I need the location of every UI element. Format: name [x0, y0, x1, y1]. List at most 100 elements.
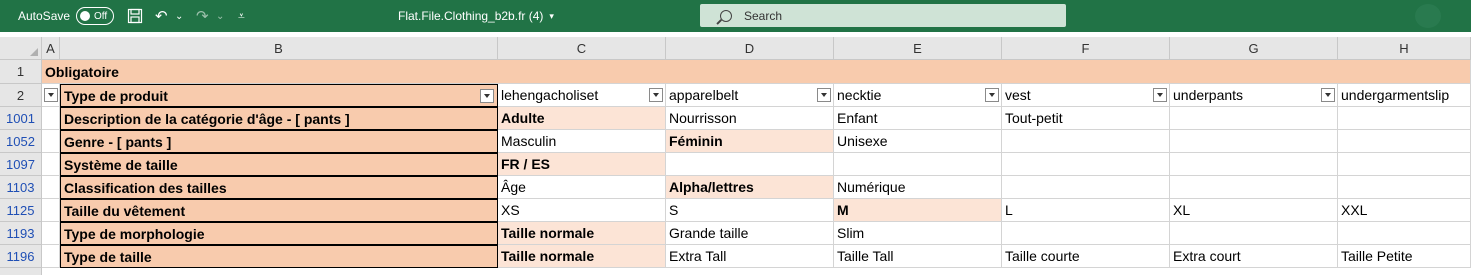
- cell-a1097[interactable]: [42, 153, 60, 176]
- cell-e1103[interactable]: Numérique: [834, 176, 1002, 199]
- cell-a1001[interactable]: [42, 107, 60, 130]
- column-header-a[interactable]: A: [42, 37, 60, 60]
- cell-f1125[interactable]: L: [1002, 199, 1170, 222]
- cell-g1103[interactable]: [1170, 176, 1338, 199]
- cell-b1125[interactable]: Taille du vêtement: [60, 199, 498, 222]
- cell-f1193[interactable]: [1002, 222, 1170, 245]
- cell-d2[interactable]: apparelbelt: [666, 84, 834, 107]
- cell-c1103[interactable]: Âge: [498, 176, 666, 199]
- cell-e2[interactable]: necktie: [834, 84, 1002, 107]
- cell-d1001[interactable]: Nourrisson: [666, 107, 834, 130]
- cell-g2[interactable]: underpants: [1170, 84, 1338, 107]
- cell-d1052[interactable]: Féminin: [666, 130, 834, 153]
- redo-icon[interactable]: ↷: [196, 0, 209, 32]
- cell-h2[interactable]: undergarmentslip: [1338, 84, 1471, 107]
- cell-e1097[interactable]: [834, 153, 1002, 176]
- filter-dropdown-icon[interactable]: [817, 88, 831, 102]
- cell-h1196[interactable]: Taille Petite: [1338, 245, 1471, 268]
- row-header-1103[interactable]: 1103: [0, 176, 42, 199]
- cell-g1097[interactable]: [1170, 153, 1338, 176]
- undo-icon[interactable]: ↶: [155, 0, 168, 32]
- cell-h1193[interactable]: [1338, 222, 1471, 245]
- cell-h1001[interactable]: [1338, 107, 1471, 130]
- cell-e1196[interactable]: Taille Tall: [834, 245, 1002, 268]
- cell-a1103[interactable]: [42, 176, 60, 199]
- column-header-c[interactable]: C: [498, 37, 666, 60]
- column-header-b[interactable]: B: [60, 37, 498, 60]
- cell-h1103[interactable]: [1338, 176, 1471, 199]
- cell-f1103[interactable]: [1002, 176, 1170, 199]
- cell-c1196[interactable]: Taille normale: [498, 245, 666, 268]
- customize-toolbar-icon[interactable]: ⩡: [238, 0, 245, 32]
- row-header-1052[interactable]: 1052: [0, 130, 42, 153]
- cell-b1052[interactable]: Genre - [ pants ]: [60, 130, 498, 153]
- row-header-1[interactable]: 1: [0, 60, 42, 84]
- row-header-next[interactable]: [0, 268, 42, 275]
- column-header-h[interactable]: H: [1338, 37, 1471, 60]
- cell-a2[interactable]: [42, 84, 60, 107]
- cell-c1001[interactable]: Adulte: [498, 107, 666, 130]
- cell-b2[interactable]: Type de produit: [60, 84, 498, 107]
- cell-d1196[interactable]: Extra Tall: [666, 245, 834, 268]
- cell-b1193[interactable]: Type de morphologie: [60, 222, 498, 245]
- cell-f1097[interactable]: [1002, 153, 1170, 176]
- cell-f1052[interactable]: [1002, 130, 1170, 153]
- column-header-g[interactable]: G: [1170, 37, 1338, 60]
- cell-f2[interactable]: vest: [1002, 84, 1170, 107]
- autosave-toggle[interactable]: Off: [76, 7, 114, 25]
- column-header-f[interactable]: F: [1002, 37, 1170, 60]
- cell-a1125[interactable]: [42, 199, 60, 222]
- cell-b1097[interactable]: Système de taille: [60, 153, 498, 176]
- cell-h1097[interactable]: [1338, 153, 1471, 176]
- filter-dropdown-icon[interactable]: [1153, 88, 1167, 102]
- cell-g1001[interactable]: [1170, 107, 1338, 130]
- cell-b1-obligatoire[interactable]: Obligatoire: [42, 60, 1471, 84]
- cell-d1125[interactable]: S: [666, 199, 834, 222]
- row-header-1001[interactable]: 1001: [0, 107, 42, 130]
- filter-dropdown-icon[interactable]: [985, 88, 999, 102]
- cell-a1052[interactable]: [42, 130, 60, 153]
- cell-b1196[interactable]: Type de taille: [60, 245, 498, 268]
- cell-c2[interactable]: lehengacholiset: [498, 84, 666, 107]
- cell-e1052[interactable]: Unisexe: [834, 130, 1002, 153]
- cell-c1125[interactable]: XS: [498, 199, 666, 222]
- cell-g1125[interactable]: XL: [1170, 199, 1338, 222]
- row-header-1097[interactable]: 1097: [0, 153, 42, 176]
- row-header-2[interactable]: 2: [0, 84, 42, 107]
- filter-dropdown-icon[interactable]: [44, 88, 58, 102]
- column-header-d[interactable]: D: [666, 37, 834, 60]
- cell-b1103[interactable]: Classification des tailles: [60, 176, 498, 199]
- filter-active-icon[interactable]: [480, 89, 494, 103]
- cell-c1052[interactable]: Masculin: [498, 130, 666, 153]
- cell-d1097[interactable]: [666, 153, 834, 176]
- cell-f1196[interactable]: Taille courte: [1002, 245, 1170, 268]
- cell-e1125[interactable]: M: [834, 199, 1002, 222]
- search-input[interactable]: Search: [700, 4, 1066, 27]
- cell-g1193[interactable]: [1170, 222, 1338, 245]
- cell-h1125[interactable]: XXL: [1338, 199, 1471, 222]
- cell-a1193[interactable]: [42, 222, 60, 245]
- filter-dropdown-icon[interactable]: [649, 88, 663, 102]
- cell-c1097[interactable]: FR / ES: [498, 153, 666, 176]
- cell-b1001[interactable]: Description de la catégorie d'âge - [ pa…: [60, 107, 498, 130]
- cell-g1052[interactable]: [1170, 130, 1338, 153]
- file-name[interactable]: Flat.File.Clothing_b2b.fr (4) ▾: [398, 0, 554, 32]
- cell-e1001[interactable]: Enfant: [834, 107, 1002, 130]
- undo-dropdown-icon[interactable]: ⌄: [175, 0, 183, 32]
- avatar[interactable]: [1415, 4, 1441, 28]
- column-header-e[interactable]: E: [834, 37, 1002, 60]
- cell-d1193[interactable]: Grande taille: [666, 222, 834, 245]
- cell-f1001[interactable]: Tout-petit: [1002, 107, 1170, 130]
- cell-c1193[interactable]: Taille normale: [498, 222, 666, 245]
- cell-g1196[interactable]: Extra court: [1170, 245, 1338, 268]
- row-header-1196[interactable]: 1196: [0, 245, 42, 268]
- cell-e1193[interactable]: Slim: [834, 222, 1002, 245]
- row-header-1193[interactable]: 1193: [0, 222, 42, 245]
- save-icon[interactable]: [127, 0, 143, 32]
- select-all-corner[interactable]: [0, 37, 42, 60]
- redo-dropdown-icon[interactable]: ⌄: [216, 0, 224, 32]
- cell-h1052[interactable]: [1338, 130, 1471, 153]
- row-header-1125[interactable]: 1125: [0, 199, 42, 222]
- cell-a1196[interactable]: [42, 245, 60, 268]
- cell-d1103[interactable]: Alpha/lettres: [666, 176, 834, 199]
